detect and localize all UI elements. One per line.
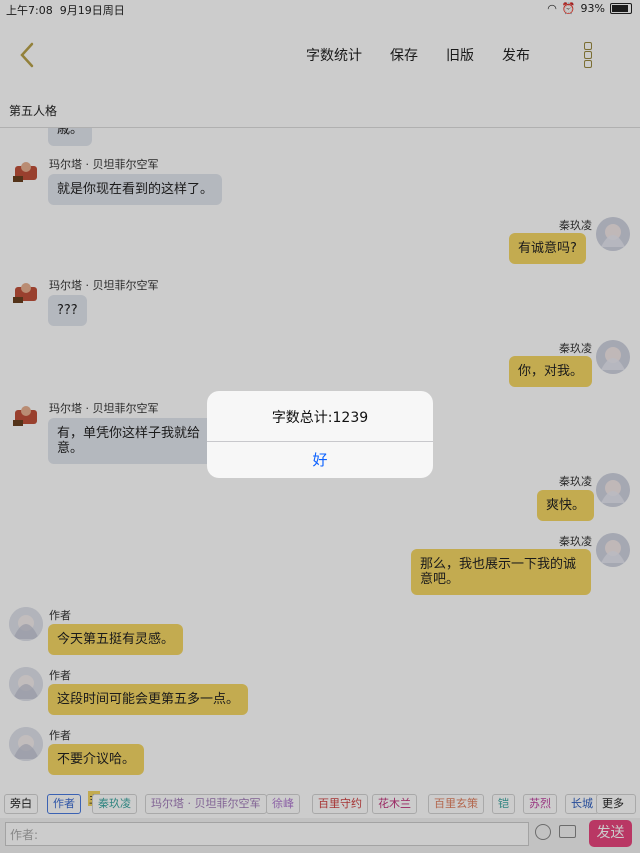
alert-ok-button[interactable]: 好 <box>207 442 433 478</box>
alert-title: 字数总计:1239 <box>271 410 369 426</box>
word-count-alert: 字数总计:1239 好 <box>207 391 433 478</box>
